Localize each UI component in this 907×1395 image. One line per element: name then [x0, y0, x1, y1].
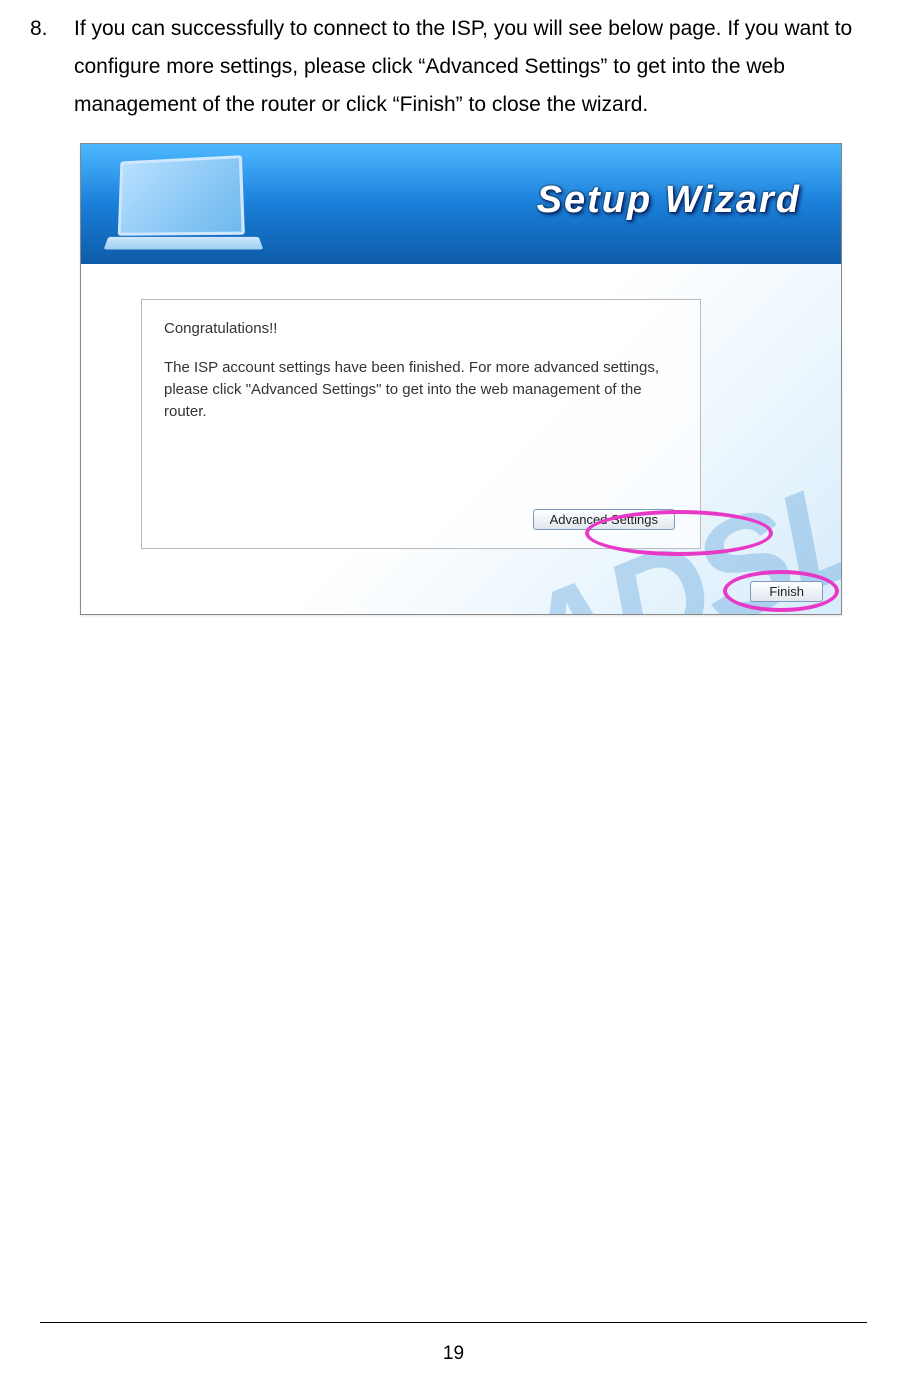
footer-divider: [40, 1322, 867, 1323]
wizard-screenshot: Setup Wizard ADSL Congratulations!! The …: [80, 143, 842, 615]
wizard-title: Setup Wizard: [537, 179, 801, 222]
page-number: 19: [443, 1343, 464, 1364]
step-body: If you can successfully to connect to th…: [74, 10, 877, 123]
wizard-header: Setup Wizard: [81, 144, 841, 265]
page-footer: 19: [0, 1322, 907, 1365]
step-instruction: 8. If you can successfully to connect to…: [30, 10, 877, 123]
wizard-body: ADSL Congratulations!! The ISP account s…: [81, 264, 841, 614]
advanced-settings-button[interactable]: Advanced Settings: [533, 509, 675, 530]
advanced-button-wrapper: Advanced Settings: [533, 509, 675, 530]
finish-button[interactable]: Finish: [750, 581, 823, 602]
info-text: The ISP account settings have been finis…: [164, 357, 678, 422]
laptop-icon: [106, 157, 266, 252]
content-box: Congratulations!! The ISP account settin…: [141, 299, 701, 549]
congrats-text: Congratulations!!: [164, 320, 678, 337]
step-number: 8.: [30, 10, 74, 123]
finish-button-wrapper: Finish: [750, 581, 823, 602]
